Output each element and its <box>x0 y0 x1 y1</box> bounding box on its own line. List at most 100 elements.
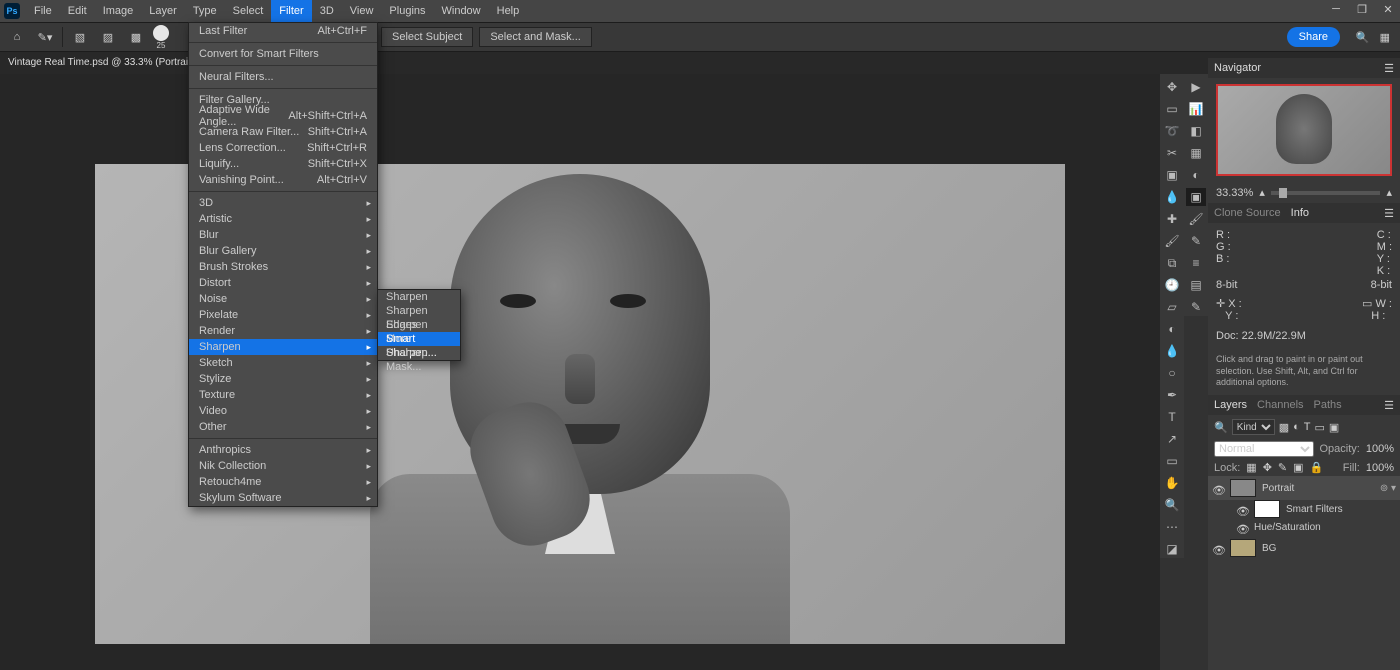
histogram-icon[interactable]: 📊 <box>1186 100 1206 118</box>
channels-tab[interactable]: Channels <box>1257 399 1303 411</box>
menu-select[interactable]: Select <box>225 0 272 22</box>
colors-icon[interactable]: ◪ <box>1162 540 1182 558</box>
filter-shape-icon[interactable]: ▭ <box>1315 421 1325 434</box>
filter-item-nik-collection[interactable]: Nik Collection▸ <box>189 458 377 474</box>
select-subject-button[interactable]: Select Subject <box>381 27 473 47</box>
search-icon[interactable]: 🔍 <box>1356 31 1370 44</box>
brush-swatch[interactable] <box>153 25 169 41</box>
menu-image[interactable]: Image <box>95 0 142 22</box>
filter-item-brush-strokes[interactable]: Brush Strokes▸ <box>189 259 377 275</box>
heal-icon[interactable]: ✚ <box>1162 210 1182 228</box>
home-icon[interactable]: ⌂ <box>6 26 28 48</box>
play-icon[interactable]: ▶ <box>1186 78 1206 96</box>
lasso-icon[interactable]: ➰ <box>1162 122 1182 140</box>
color-icon[interactable]: ◧ <box>1186 122 1206 140</box>
filter-item-pixelate[interactable]: Pixelate▸ <box>189 307 377 323</box>
filter-item-neural-filters-[interactable]: Neural Filters... <box>189 69 377 85</box>
eyedropper-icon[interactable]: 💧 <box>1162 188 1182 206</box>
intersect-selection-icon[interactable]: ▩ <box>125 26 147 48</box>
filter-item-retouch4me[interactable]: Retouch4me▸ <box>189 474 377 490</box>
filter-item-adaptive-wide-angle-[interactable]: Adaptive Wide Angle...Alt+Shift+Ctrl+A <box>189 108 377 124</box>
menu-filter[interactable]: Filter <box>271 0 311 22</box>
lock-icon[interactable]: 🔒 <box>1310 461 1324 474</box>
filter-item-sharpen[interactable]: Sharpen▸ <box>189 339 377 355</box>
blur-icon[interactable]: 💧 <box>1162 342 1182 360</box>
type-icon[interactable]: T <box>1162 408 1182 426</box>
info-tab[interactable]: Info <box>1291 207 1309 219</box>
filter-item-stylize[interactable]: Stylize▸ <box>189 371 377 387</box>
channels-icon[interactable]: ▤ <box>1186 276 1206 294</box>
select-and-mask-button[interactable]: Select and Mask... <box>479 27 592 47</box>
opacity-value[interactable]: 100% <box>1366 443 1394 455</box>
adjust-icon[interactable]: ◐ <box>1186 166 1206 184</box>
workspace-icon[interactable]: ▦ <box>1380 31 1390 44</box>
panel-menu-icon[interactable]: ☰ <box>1384 62 1394 75</box>
sharpen-item-smart-sharpen-[interactable]: Smart Sharpen... <box>378 332 460 346</box>
filter-item-anthropics[interactable]: Anthropics▸ <box>189 442 377 458</box>
filter-item-other[interactable]: Other▸ <box>189 419 377 435</box>
stamp-icon[interactable]: ⧉ <box>1162 254 1182 272</box>
pen-icon[interactable]: ✒ <box>1162 386 1182 404</box>
sharpen-item-sharpen-edges[interactable]: Sharpen Edges <box>378 304 460 318</box>
subtract-selection-icon[interactable]: ▨ <box>97 26 119 48</box>
menu-file[interactable]: File <box>26 0 60 22</box>
zoom-out-icon[interactable]: ▴ <box>1259 186 1265 199</box>
layer-smart-filters[interactable]: 👁Smart Filters <box>1208 500 1400 518</box>
zoom-slider[interactable] <box>1271 191 1381 195</box>
navigator-tab[interactable]: Navigator <box>1214 62 1261 74</box>
panel-menu-icon[interactable]: ☰ <box>1384 207 1394 220</box>
properties-icon[interactable]: ▣ <box>1186 188 1206 206</box>
kind-select[interactable]: Kind <box>1232 419 1275 435</box>
filter-item-sketch[interactable]: Sketch▸ <box>189 355 377 371</box>
lock-all-icon[interactable]: ▦ <box>1246 461 1256 474</box>
navigator-preview[interactable] <box>1208 78 1400 182</box>
brushsettings-icon[interactable]: 🖌 <box>1186 210 1206 228</box>
lock-artboard-icon[interactable]: ▣ <box>1293 461 1303 474</box>
menu-view[interactable]: View <box>342 0 382 22</box>
blend-mode-select[interactable]: Normal <box>1214 441 1314 457</box>
filter-item-distort[interactable]: Distort▸ <box>189 275 377 291</box>
filter-item-render[interactable]: Render▸ <box>189 323 377 339</box>
filter-item-lens-correction-[interactable]: Lens Correction...Shift+Ctrl+R <box>189 140 377 156</box>
eraser-icon[interactable]: ▱ <box>1162 298 1182 316</box>
tool-preset-icon[interactable]: ✎ <box>1186 232 1206 250</box>
path-icon[interactable]: ↗ <box>1162 430 1182 448</box>
menu-plugins[interactable]: Plugins <box>381 0 433 22</box>
visibility-icon[interactable]: 👁 <box>1236 505 1248 513</box>
filter-item-skylum-software[interactable]: Skylum Software▸ <box>189 490 377 506</box>
minimize-button[interactable]: ─ <box>1330 3 1342 16</box>
more-icon[interactable]: ⋯ <box>1162 518 1182 536</box>
crop-icon[interactable]: ✂ <box>1162 144 1182 162</box>
visibility-icon[interactable]: 👁 <box>1212 544 1224 552</box>
paths-icon[interactable]: ✎ <box>1186 298 1206 316</box>
add-selection-icon[interactable]: ▧ <box>69 26 91 48</box>
visibility-icon[interactable]: 👁 <box>1212 484 1224 492</box>
swatches-icon[interactable]: ▦ <box>1186 144 1206 162</box>
fill-value[interactable]: 100% <box>1366 462 1394 474</box>
visibility-icon[interactable]: 👁 <box>1236 523 1248 531</box>
marquee-icon[interactable]: ▭ <box>1162 100 1182 118</box>
filter-item-artistic[interactable]: Artistic▸ <box>189 211 377 227</box>
dodge-icon[interactable]: ○ <box>1162 364 1182 382</box>
layers-icon[interactable]: ≡ <box>1186 254 1206 272</box>
shape-icon[interactable]: ▭ <box>1162 452 1182 470</box>
hand-icon[interactable]: ✋ <box>1162 474 1182 492</box>
menu-3d[interactable]: 3D <box>312 0 342 22</box>
maximize-button[interactable]: ❐ <box>1356 3 1368 16</box>
menu-help[interactable]: Help <box>489 0 528 22</box>
clone-source-tab[interactable]: Clone Source <box>1214 207 1281 219</box>
filter-smart-icon[interactable]: ▣ <box>1329 421 1339 434</box>
layers-tab[interactable]: Layers <box>1214 399 1247 411</box>
filter-pixel-icon[interactable]: ▩ <box>1279 421 1289 434</box>
menu-window[interactable]: Window <box>434 0 489 22</box>
close-button[interactable]: ✕ <box>1382 3 1394 16</box>
paths-tab[interactable]: Paths <box>1314 399 1342 411</box>
menu-type[interactable]: Type <box>185 0 225 22</box>
filter-item-video[interactable]: Video▸ <box>189 403 377 419</box>
filter-item-noise[interactable]: Noise▸ <box>189 291 377 307</box>
move-icon[interactable]: ✥ <box>1162 78 1182 96</box>
filter-item-3d[interactable]: 3D▸ <box>189 195 377 211</box>
brush-icon[interactable]: 🖌 <box>1162 232 1182 250</box>
menu-layer[interactable]: Layer <box>141 0 185 22</box>
filter-item-blur-gallery[interactable]: Blur Gallery▸ <box>189 243 377 259</box>
